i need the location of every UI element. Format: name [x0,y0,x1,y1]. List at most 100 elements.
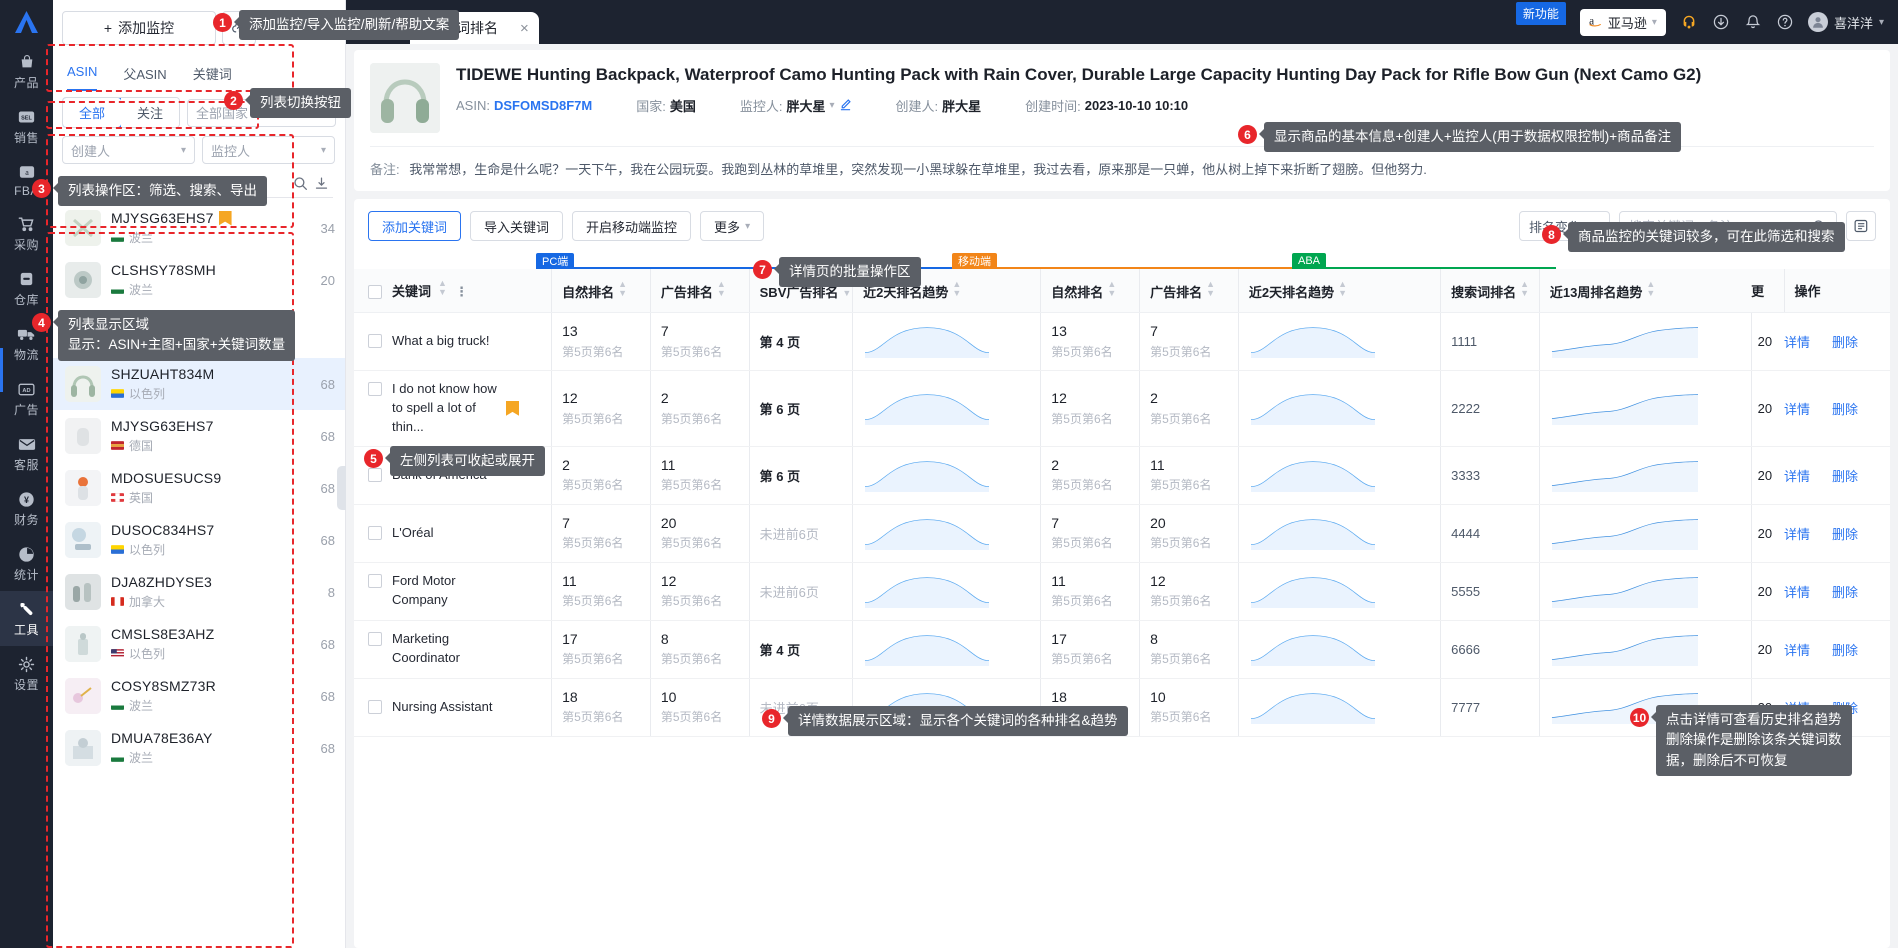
column-header-pc_nat[interactable]: 自然排名▲ ▼ [551,269,651,313]
row-checkbox[interactable] [368,382,382,396]
asin-tab-0[interactable]: ASIN [67,58,98,91]
column-header-ops[interactable]: 操作 [1783,269,1890,313]
bookmark-icon[interactable] [506,400,519,416]
toolbar-button-2[interactable]: 开启移动端监控 [572,211,692,241]
rail-item-sell[interactable]: SEL 销售 [0,99,53,154]
sort-icon[interactable]: ▲▼ [1107,280,1116,298]
rail-item-yen[interactable]: ¥ 财务 [0,481,53,536]
column-header-aba_trend[interactable]: 近13周排名趋势▲ ▼ [1538,269,1752,313]
row-checkbox[interactable] [368,699,382,714]
list-item[interactable]: CLSHSY78SMH 波兰 20 [53,254,345,306]
sort-icon[interactable]: ▲▼ [1338,280,1347,298]
detail-link[interactable]: 详情 [1784,527,1810,542]
chevron-down-icon[interactable]: ▾ [829,100,834,111]
list-item[interactable]: COSY8SMZ73R 波兰 68 [53,670,345,722]
edit-pencil-icon[interactable] [839,98,852,114]
list-item[interactable]: CMSLS8E3AHZ 以色列 68 [53,618,345,670]
trend-sparkline [865,460,990,492]
list-item[interactable]: SHZUAHT834M 以色列 68 [53,358,345,410]
list-item[interactable]: DMUA78E36AY 波兰 68 [53,722,345,774]
toolbar-button-0[interactable]: 添加关键词 [368,211,462,241]
column-header-mb_ad[interactable]: 广告排名▲ ▼ [1139,269,1239,313]
table-row[interactable]: Marketing Coordinator 17 第5页第6名 8 第5页第6名 第 4 … [354,620,1890,679]
column-header-aba_rank[interactable]: 搜索词排名▲ ▼ [1440,269,1540,313]
delete-link[interactable]: 删除 [1832,335,1858,350]
marketplace-selector[interactable]: a 亚马逊 ▾ [1579,8,1666,36]
detail-link[interactable]: 详情 [1784,402,1810,417]
monitor-select[interactable]: 监控人 ▾ [202,136,335,164]
table-row[interactable]: I do not know how to spell a lot of thin… [354,370,1890,447]
sort-icon[interactable]: ▲▼ [438,279,447,297]
asin-tab-2[interactable]: 关键词 [193,58,232,91]
table-row[interactable]: L'Oréal 7 第5页第6名 20 第5页第6名 未进前6页 7 第5页第6名 20 第5页第… [354,504,1890,563]
sort-icon[interactable]: ▲▼ [952,280,961,298]
detail-link[interactable]: 详情 [1784,643,1810,658]
rail-item-cart[interactable]: 采购 [0,206,53,261]
table-row[interactable]: Ford Motor Company 11 第5页第6名 12 第5页第6名 未进前6页 1… [354,562,1890,621]
creator-select[interactable]: 创建人 ▾ [62,136,195,164]
delete-link[interactable]: 删除 [1832,643,1858,658]
help-icon[interactable] [1776,13,1794,31]
add-monitor-button[interactable]: + 添加监控 [62,11,216,45]
sort-icon[interactable]: ▲▼ [618,280,627,298]
row-checkbox[interactable] [368,525,382,540]
column-header-more[interactable]: 更 [1751,269,1785,313]
delete-link[interactable]: 删除 [1832,469,1858,484]
sort-icon[interactable]: ▲▼ [1206,280,1215,298]
panel-collapse-handle[interactable] [337,466,346,510]
rail-item-tool[interactable]: 工具 [0,591,53,646]
rail-item-label: 设置 [13,678,39,692]
select-all-checkbox[interactable] [368,285,382,299]
headset-icon[interactable] [1680,13,1698,31]
row-checkbox[interactable] [368,632,382,647]
new-feature-badge[interactable]: 新功能 [1515,1,1566,25]
delete-link[interactable]: 删除 [1832,585,1858,600]
rail-item-warehouse[interactable]: 仓库 [0,261,53,316]
avatar [1807,12,1828,32]
bell-icon[interactable] [1744,13,1762,31]
list-item[interactable]: MJYSG63EHS7 波兰 34 [53,202,345,254]
toolbar-button-1[interactable]: 导入关键词 [470,211,564,241]
export-icon[interactable] [314,176,329,191]
country-name: 波兰 [129,231,154,245]
row-checkbox[interactable] [368,574,382,589]
rail-item-gear[interactable]: 设置 [0,646,53,701]
asin-value[interactable]: DSFOMSD8F7M [494,98,592,113]
close-icon[interactable]: × [520,20,529,37]
column-header-mb_trend[interactable]: 近2天排名趋势▲ ▼ [1237,269,1441,313]
table-row[interactable]: What a big truck! 13 第5页第6名 7 第5页第6名 第 4 页 13 第… [354,312,1890,371]
app-logo[interactable] [0,0,53,44]
pie-icon [18,545,35,563]
scope-segment-0[interactable]: 全部 [63,98,123,127]
delete-link[interactable]: 删除 [1832,527,1858,542]
bookmark-icon[interactable] [218,210,232,226]
scope-segment-1[interactable]: 关注 [121,98,180,127]
download-icon[interactable] [1712,13,1730,31]
delete-link[interactable]: 删除 [1832,402,1858,417]
rail-item-pie[interactable]: 统计 [0,536,53,591]
rail-item-bag[interactable]: 产品 [0,44,53,99]
asin-tab-1[interactable]: 父ASIN [123,58,166,91]
sort-icon[interactable]: ▲▼ [1646,280,1655,298]
column-settings-icon[interactable] [1846,211,1876,241]
rail-item-ad[interactable]: AD 广告 [0,371,53,426]
list-item[interactable]: MDOSUESUCS9 英国 68 [53,462,345,514]
sort-icon[interactable]: ▲▼ [717,280,726,298]
search-icon[interactable] [293,176,308,191]
rail-item-mail[interactable]: 客服 [0,426,53,481]
sort-icon[interactable]: ▲▼ [1520,280,1529,298]
detail-link[interactable]: 详情 [1784,469,1810,484]
more-dots-icon[interactable]: ⋮ [455,284,468,299]
table-row[interactable]: Bank of America2第5页第6名11第5页第6名第 6 页2第5页第… [354,446,1890,505]
row-checkbox[interactable] [368,334,382,349]
list-item[interactable]: DUSOC834HS7 以色列 68 [53,514,345,566]
detail-link[interactable]: 详情 [1784,585,1810,600]
user-menu[interactable]: 喜洋洋 ▾ [1807,12,1884,32]
detail-link[interactable]: 详情 [1784,335,1810,350]
column-header-pc_ad[interactable]: 广告排名 ▲ ▼ [649,269,750,313]
list-item[interactable]: MJYSG63EHS7 德国 68 [53,410,345,462]
list-item[interactable]: DJA8ZHDYSE3 加拿大 8 [53,566,345,618]
column-header-kw[interactable]: 关键词 ▲ ▼ ⋮ [354,269,552,313]
toolbar-button-3[interactable]: 更多 ▾ [700,211,765,241]
column-header-mb_nat[interactable]: 自然排名▲ ▼ [1040,269,1140,313]
